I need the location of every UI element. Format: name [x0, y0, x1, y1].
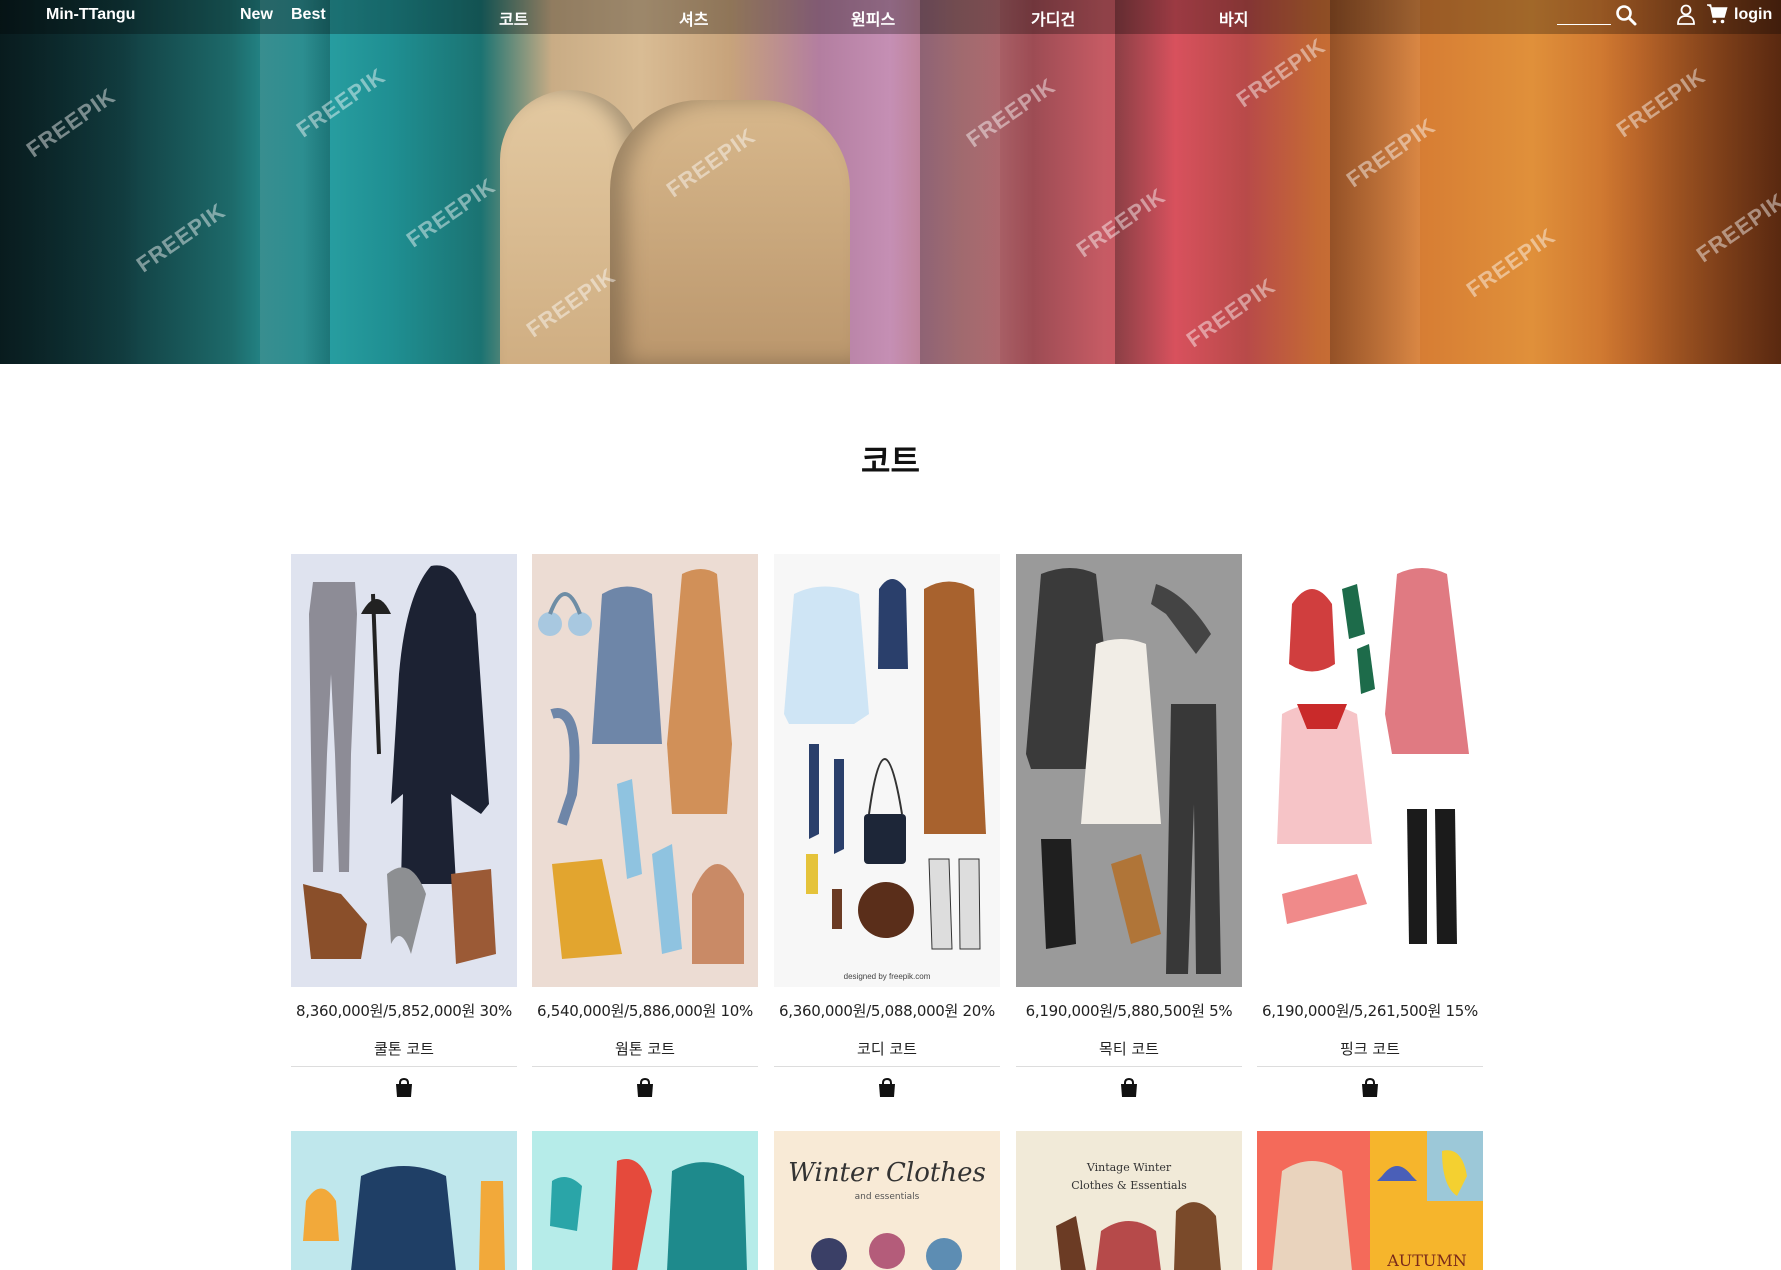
row2-image-subtitle: Clothes & Essentials: [1071, 1179, 1187, 1192]
nav-onepiece[interactable]: 원피스: [851, 6, 895, 30]
divider: [1016, 1066, 1242, 1067]
product-image[interactable]: Vintage Winter Clothes & Essentials: [1016, 1131, 1242, 1270]
login-link[interactable]: login: [1734, 6, 1772, 24]
product-name[interactable]: 목티 코트: [1016, 1038, 1242, 1059]
shopping-bag-icon[interactable]: [1120, 1078, 1138, 1098]
product-image[interactable]: [1257, 554, 1483, 987]
product-image[interactable]: [291, 1131, 517, 1270]
product-image[interactable]: designed by freepik.com: [774, 554, 1000, 987]
product-image[interactable]: [291, 554, 517, 987]
product-price: 6,190,000원/5,261,500원 15%: [1262, 1002, 1478, 1020]
row2-image-title: Winter Clothes: [788, 1158, 986, 1188]
nav-pants[interactable]: 바지: [1219, 6, 1248, 30]
product-price: 6,540,000원/5,886,000원 10%: [537, 1002, 753, 1020]
shopping-bag-icon[interactable]: [395, 1078, 413, 1098]
row2-image-title: AUTUMN: [1386, 1251, 1467, 1270]
search-input[interactable]: [1557, 24, 1611, 25]
product-name[interactable]: 핑크 코트: [1257, 1038, 1483, 1059]
shopping-bag-icon[interactable]: [1361, 1078, 1379, 1098]
divider: [532, 1066, 758, 1067]
watermark: FREEPIK: [1181, 272, 1280, 353]
product-name[interactable]: 쿨톤 코트: [291, 1038, 517, 1059]
product-image[interactable]: [1016, 554, 1242, 987]
fabric-fold: [1600, 0, 1781, 364]
watermark: FREEPIK: [1231, 32, 1330, 113]
user-icon[interactable]: [1676, 3, 1696, 27]
top-navbar: Min-TTangu New Best 코트 셔츠 원피스 가디건 바지 log…: [0, 0, 1781, 34]
nav-cardigan[interactable]: 가디건: [1031, 6, 1075, 30]
row2-image-subtitle: and essentials: [855, 1192, 920, 1202]
fabric-fold: [0, 0, 140, 364]
watermark: FREEPIK: [131, 197, 230, 278]
svg-text:designed by freepik.com: designed by freepik.com: [844, 972, 931, 981]
cart-icon[interactable]: [1706, 3, 1728, 25]
product-price: 6,190,000원/5,880,500원 5%: [1025, 1002, 1233, 1020]
fabric-fold: [260, 0, 330, 364]
nav-best[interactable]: Best: [291, 6, 326, 24]
section-title: 코트: [861, 442, 920, 480]
divider: [774, 1066, 1000, 1067]
product-price: 8,360,000원/5,852,000원 30%: [296, 1002, 512, 1020]
search-icon[interactable]: [1614, 3, 1638, 27]
product-price: 6,360,000원/5,088,000원 20%: [779, 1002, 995, 1020]
fabric-fold: [920, 0, 1000, 364]
row2-image-title: Vintage Winter: [1086, 1161, 1172, 1174]
fabric-fold: [1115, 0, 1175, 364]
nav-coat[interactable]: 코트: [499, 6, 528, 30]
nav-shirt[interactable]: 셔츠: [679, 6, 708, 30]
product-image[interactable]: Winter Clothes and essentials: [774, 1131, 1000, 1270]
hero-banner: FREEPIK FREEPIK FREEPIK FREEPIK FREEPIK …: [0, 0, 1781, 364]
divider: [1257, 1066, 1483, 1067]
product-image[interactable]: [532, 554, 758, 987]
product-image[interactable]: AUTUMN: [1257, 1131, 1483, 1270]
brand-logo[interactable]: Min-TTangu: [46, 6, 135, 24]
watermark: FREEPIK: [1461, 222, 1560, 303]
shopping-bag-icon[interactable]: [878, 1078, 896, 1098]
divider: [291, 1066, 517, 1067]
fabric-fold: [1330, 0, 1420, 364]
watermark: FREEPIK: [401, 172, 500, 253]
product-name[interactable]: 코디 코트: [774, 1038, 1000, 1059]
shopping-bag-icon[interactable]: [636, 1078, 654, 1098]
nav-new[interactable]: New: [240, 6, 273, 24]
product-name[interactable]: 웜톤 코트: [532, 1038, 758, 1059]
product-image[interactable]: [532, 1131, 758, 1270]
